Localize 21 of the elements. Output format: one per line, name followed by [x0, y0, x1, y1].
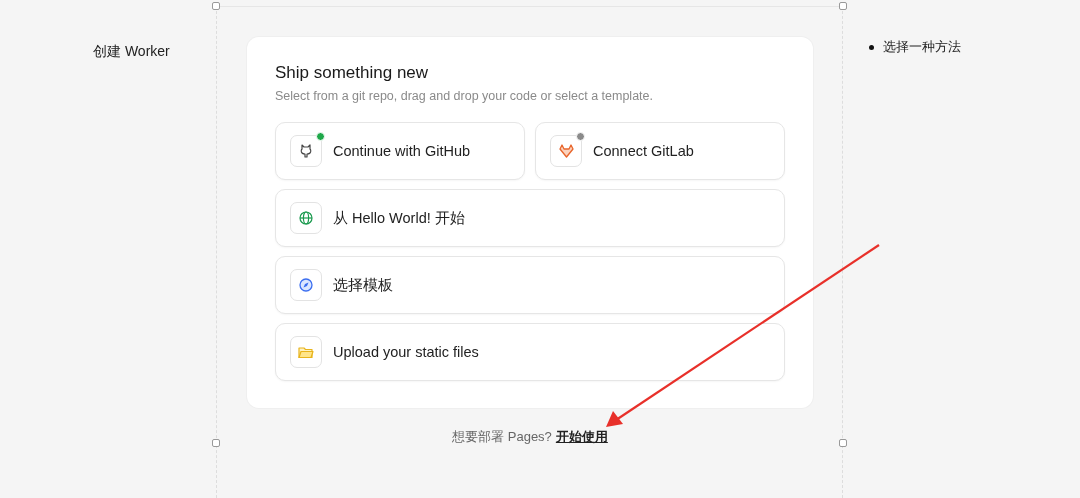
- option-button[interactable]: 从 Hello World! 开始: [275, 189, 785, 247]
- folder-icon: [298, 345, 314, 359]
- footer-text: 想要部署 Pages?: [452, 429, 552, 444]
- option-button[interactable]: Upload your static files: [275, 323, 785, 381]
- resize-handle[interactable]: [212, 2, 220, 10]
- fox-icon: [558, 144, 574, 158]
- option-button[interactable]: 选择模板: [275, 256, 785, 314]
- option-button[interactable]: Continue with GitHub: [275, 122, 525, 180]
- option-button[interactable]: Connect GitLab: [535, 122, 785, 180]
- page-title: 创建 Worker: [93, 43, 170, 59]
- globe-icon: [299, 211, 313, 225]
- resize-handle[interactable]: [839, 2, 847, 10]
- compass-icon: [299, 278, 313, 292]
- cat-icon: [299, 144, 313, 158]
- get-started-link[interactable]: 开始使用: [555, 429, 608, 444]
- resize-handle[interactable]: [212, 439, 220, 447]
- step-label: 选择一种方法: [883, 38, 961, 56]
- bullet-icon: [869, 44, 874, 50]
- card-title: Ship something new: [275, 63, 430, 83]
- card-subtitle: Select from a git repo, drag and drop your code or select a template.: [275, 89, 654, 103]
- resize-handle[interactable]: [839, 439, 847, 447]
